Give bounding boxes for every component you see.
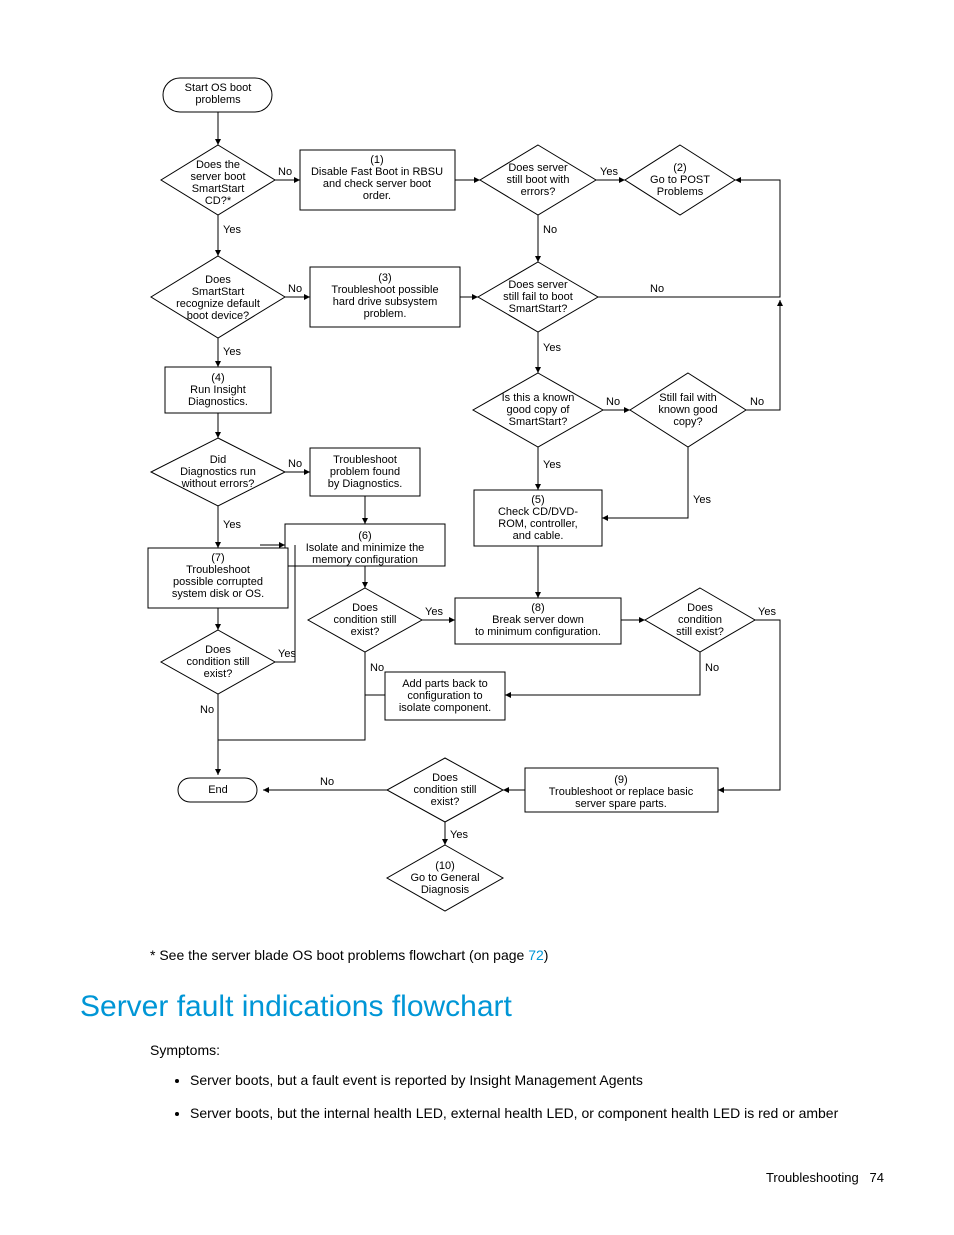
list-item: Server boots, but a fault event is repor… — [190, 1070, 880, 1091]
node-p3: (3)Troubleshoot possiblehard drive subsy… — [310, 267, 460, 327]
svg-text:Yes: Yes — [543, 459, 561, 471]
svg-text:No: No — [200, 704, 214, 716]
list-item: Server boots, but the internal health LE… — [190, 1103, 880, 1124]
node-troubleshoot-diag: Troubleshootproblem foundby Diagnostics. — [310, 448, 420, 496]
flowchart-svg: Start OS bootproblems Does theserver boo… — [0, 0, 954, 940]
node-d-fail-smartstart: Does serverstill fail to bootSmartStart? — [478, 262, 598, 332]
node-d-recognize: DoesSmartStartrecognize defaultboot devi… — [151, 256, 285, 338]
node-start: Start OS bootproblems — [163, 78, 272, 112]
svg-text:No: No — [750, 396, 764, 408]
node-p7: (7)Troubleshootpossible corruptedsystem … — [148, 548, 288, 608]
svg-text:Is this a knowngood copy ofSma: Is this a knowngood copy ofSmartStart? — [502, 392, 575, 428]
svg-text:No: No — [288, 458, 302, 470]
node-d-boot-cd: Does theserver bootSmartStartCD?* — [161, 145, 275, 215]
symptoms-label: Symptoms: — [150, 1040, 220, 1061]
svg-text:No: No — [288, 283, 302, 295]
node-d-cond-right: Doesconditionstill exist? — [645, 588, 755, 652]
svg-text:No: No — [320, 776, 334, 788]
svg-text:Yes: Yes — [758, 606, 776, 618]
svg-text:Yes: Yes — [425, 606, 443, 618]
node-d-still-fail-copy: Still fail withknown goodcopy? — [630, 373, 746, 447]
node-p10: (10)Go to GeneralDiagnosis — [387, 845, 503, 911]
page-footer: Troubleshooting 74 — [766, 1170, 884, 1185]
node-p2: (2)Go to POSTProblems — [625, 145, 735, 215]
svg-text:Add parts back toconfiguration: Add parts back toconfiguration toisolate… — [399, 678, 491, 714]
node-d-known-copy: Is this a knowngood copy ofSmartStart? — [473, 373, 603, 447]
footnote: * See the server blade OS boot problems … — [150, 945, 548, 966]
node-add-parts: Add parts back toconfiguration toisolate… — [385, 672, 505, 720]
svg-text:No: No — [606, 396, 620, 408]
section-heading: Server fault indications flowchart — [80, 990, 512, 1024]
footnote-link[interactable]: 72 — [528, 947, 544, 963]
node-p1: (1)Disable Fast Boot in RBSUand check se… — [300, 150, 455, 210]
svg-text:No: No — [278, 166, 292, 178]
svg-text:Yes: Yes — [223, 346, 241, 358]
node-d-diag-errors: DidDiagnostics runwithout errors? — [151, 438, 285, 506]
svg-text:Yes: Yes — [450, 829, 468, 841]
node-p6: (6)Isolate and minimize thememory config… — [285, 524, 445, 566]
node-d-cond-left: Doescondition stillexist? — [161, 630, 275, 694]
node-end: End — [178, 778, 257, 802]
svg-text:Does serverstill fail to bootS: Does serverstill fail to bootSmartStart? — [503, 279, 573, 315]
node-d-still-errors: Does serverstill boot witherrors? — [480, 145, 596, 215]
svg-text:Yes: Yes — [693, 494, 711, 506]
svg-text:No: No — [370, 662, 384, 674]
svg-text:Yes: Yes — [278, 648, 296, 660]
node-p5: (5)Check CD/DVD-ROM, controller,and cabl… — [474, 490, 602, 546]
svg-text:Troubleshootproblem foundby Di: Troubleshootproblem foundby Diagnostics. — [328, 454, 403, 490]
svg-text:Yes: Yes — [223, 224, 241, 236]
svg-text:No: No — [705, 662, 719, 674]
svg-text:Yes: Yes — [223, 519, 241, 531]
svg-text:Yes: Yes — [543, 342, 561, 354]
svg-text:End: End — [208, 784, 228, 796]
node-p9: (9)Troubleshoot or replace basicserver s… — [525, 768, 718, 812]
symptoms-list: Server boots, but a fault event is repor… — [160, 1070, 880, 1136]
node-p8: (8)Break server downto minimum configura… — [455, 598, 621, 644]
svg-text:No: No — [543, 224, 557, 236]
node-p4: (4)Run InsightDiagnostics. — [165, 367, 271, 413]
svg-text:Yes: Yes — [600, 166, 618, 178]
node-d-cond-mid: Doescondition stillexist? — [308, 588, 422, 652]
svg-text:No: No — [650, 283, 664, 295]
node-d-cond-final: Doescondition stillexist? — [387, 758, 503, 822]
